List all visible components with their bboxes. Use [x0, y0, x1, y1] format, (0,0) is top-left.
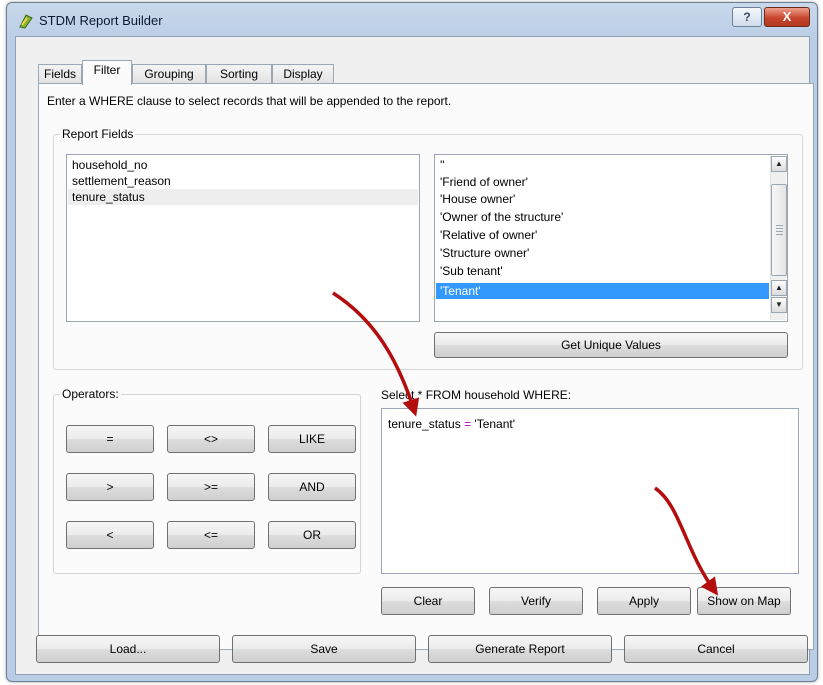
operator-or-button[interactable]: OR: [268, 521, 356, 549]
value-item-owner-of-structure[interactable]: 'Owner of the structure': [440, 209, 563, 225]
value-item-sub-tenant[interactable]: 'Sub tenant': [440, 263, 503, 279]
operator-not-equal-button[interactable]: <>: [167, 425, 255, 453]
report-builder-window: STDM Report Builder ? X Fields Filter Gr…: [6, 2, 818, 682]
value-item-relative-of-owner[interactable]: 'Relative of owner': [440, 227, 537, 243]
value-item-friend-of-owner[interactable]: 'Friend of owner': [440, 174, 528, 190]
value-item-tenant[interactable]: 'Tenant': [436, 283, 769, 299]
tab-display[interactable]: Display: [272, 64, 334, 84]
operators-group: Operators: = <> LIKE > >= AND < <= OR: [53, 387, 361, 574]
dialog-body: Fields Filter Grouping Sorting Display E…: [15, 36, 814, 675]
apply-button[interactable]: Apply: [597, 587, 691, 615]
operators-title: Operators:: [60, 387, 121, 401]
scroll-down-icon[interactable]: ▼: [771, 297, 787, 313]
load-button[interactable]: Load...: [36, 635, 220, 663]
report-fields-title: Report Fields: [60, 127, 136, 141]
report-fields-group: Report Fields household_no settlement_re…: [53, 127, 803, 370]
window-title: STDM Report Builder: [39, 13, 163, 28]
app-logo-icon: [19, 14, 33, 29]
values-list[interactable]: '' 'Friend of owner' 'House owner' 'Owne…: [434, 154, 788, 322]
scroll-up-icon[interactable]: ▲: [771, 156, 787, 172]
tab-filter[interactable]: Filter: [82, 60, 132, 85]
operator-less-equal-button[interactable]: <=: [167, 521, 255, 549]
operator-and-button[interactable]: AND: [268, 473, 356, 501]
tab-sorting[interactable]: Sorting: [206, 64, 272, 84]
operator-like-button[interactable]: LIKE: [268, 425, 356, 453]
scroll-thumb[interactable]: [771, 184, 787, 276]
tab-grouping[interactable]: Grouping: [132, 64, 206, 84]
operator-greater-equal-button[interactable]: >=: [167, 473, 255, 501]
tab-fields[interactable]: Fields: [38, 64, 82, 84]
operator-less-button[interactable]: <: [66, 521, 154, 549]
help-button[interactable]: ?: [732, 7, 762, 27]
title-bar[interactable]: STDM Report Builder ? X: [7, 3, 817, 37]
cancel-button[interactable]: Cancel: [624, 635, 808, 663]
filter-instruction: Enter a WHERE clause to select records t…: [47, 94, 452, 108]
field-item-settlement-reason[interactable]: settlement_reason: [72, 173, 171, 189]
scroll-up-small-icon[interactable]: ▲: [771, 280, 787, 296]
generate-report-button[interactable]: Generate Report: [428, 635, 612, 663]
where-clause-editor[interactable]: tenure_status = 'Tenant': [381, 408, 799, 574]
field-item-tenure-status[interactable]: tenure_status: [68, 189, 418, 205]
field-item-household-no[interactable]: household_no: [72, 157, 147, 173]
operator-equals-button[interactable]: =: [66, 425, 154, 453]
get-unique-values-button[interactable]: Get Unique Values: [434, 332, 788, 358]
fields-list[interactable]: household_no settlement_reason tenure_st…: [66, 154, 420, 322]
value-item-structure-owner[interactable]: 'Structure owner': [440, 245, 529, 261]
filter-panel: Enter a WHERE clause to select records t…: [38, 83, 814, 650]
operator-greater-button[interactable]: >: [66, 473, 154, 501]
close-button[interactable]: X: [764, 7, 810, 27]
where-clause-text: tenure_status = 'Tenant': [388, 417, 516, 431]
verify-button[interactable]: Verify: [489, 587, 583, 615]
save-button[interactable]: Save: [232, 635, 416, 663]
values-scrollbar[interactable]: ▲ ▲ ▼: [770, 156, 787, 320]
show-on-map-button[interactable]: Show on Map: [697, 587, 791, 615]
clear-button[interactable]: Clear: [381, 587, 475, 615]
value-item-house-owner[interactable]: 'House owner': [440, 191, 515, 207]
value-item-empty[interactable]: '': [440, 157, 445, 173]
sql-where-label: Select * FROM household WHERE:: [381, 388, 572, 402]
